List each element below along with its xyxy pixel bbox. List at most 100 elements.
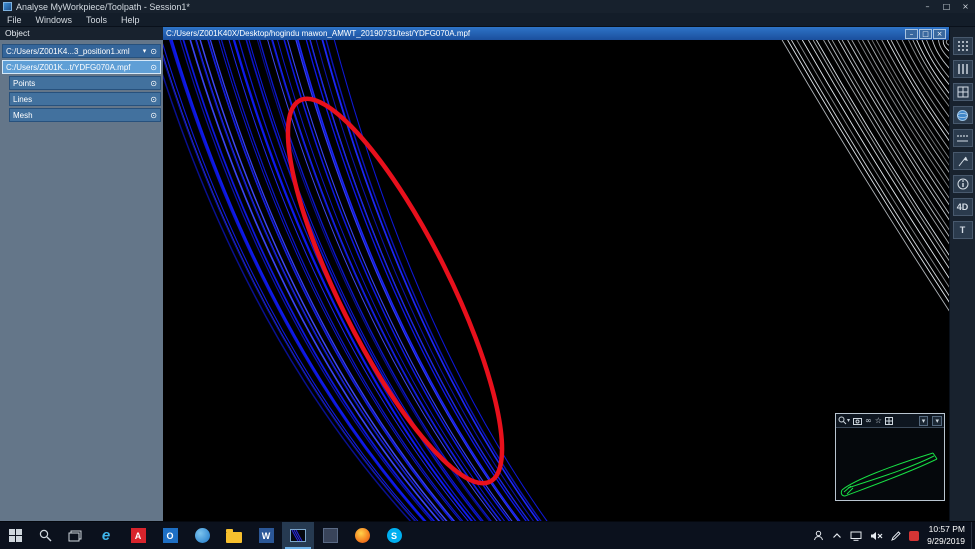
tree-item-xml-file[interactable]: C:/Users/Z001K4...3_position1.xml ▾ ⊙ (2, 44, 161, 58)
search-icon (39, 529, 51, 542)
task-view-button[interactable] (60, 522, 90, 549)
window-title: Analyse MyWorkpiece/Toolpath - Session1* (16, 1, 190, 12)
mesh-grid-icon (957, 86, 968, 98)
flag-icon (958, 156, 968, 167)
show-desktop-button[interactable] (971, 522, 975, 549)
screen: Analyse MyWorkpiece/Toolpath - Session1*… (0, 0, 975, 549)
document-title: C:/Users/Z001K40X/Desktop/hogindu mawon_… (166, 29, 471, 38)
eye-icon[interactable]: ⊙ (150, 95, 157, 104)
taskbar-app-dark[interactable] (314, 522, 346, 549)
menu-windows[interactable]: Windows (29, 15, 80, 25)
doc-close-button[interactable]: × (933, 28, 946, 39)
tree-item-mpf-file[interactable]: C:/Users/Z001K...t/YDFG070A.mpf ⊙ (2, 60, 161, 74)
user-icon[interactable] (813, 530, 824, 541)
taskbar-app-file-explorer[interactable] (218, 522, 250, 549)
minimize-button[interactable]: – (918, 0, 937, 13)
taskbar-app-internet-explorer[interactable]: e (90, 522, 122, 549)
info-button[interactable] (952, 175, 973, 193)
sphere-view-button[interactable] (952, 106, 973, 124)
eye-icon[interactable]: ⊙ (150, 79, 157, 88)
taskbar-app-mail[interactable]: O (154, 522, 186, 549)
flag-marker-button[interactable] (952, 152, 973, 170)
notification-badge-icon[interactable] (909, 530, 920, 541)
maximize-button[interactable]: □ (937, 0, 956, 13)
menu-file[interactable]: File (0, 15, 29, 25)
pen-icon[interactable] (891, 530, 901, 541)
taskbar: e A O W S 10:57 PM 9/29/2019 (0, 521, 975, 549)
object-panel-header: Object (0, 27, 163, 40)
skype-icon: S (386, 528, 402, 543)
task-view-icon (68, 530, 82, 541)
eye-icon[interactable]: ⊙ (150, 111, 157, 120)
navigator-toolbar: ▾ ∞ ☆ ▾ ▾ (836, 414, 944, 428)
firefox-icon (354, 528, 370, 543)
navigator-dropdown-1[interactable]: ▾ (918, 416, 929, 426)
points-display-button[interactable] (952, 37, 973, 55)
navigator-infinity-button[interactable]: ∞ (865, 416, 872, 425)
taskbar-app-word[interactable]: W (250, 522, 282, 549)
menubar: File Windows Tools Help (0, 13, 975, 27)
windows-logo-icon (8, 529, 22, 542)
doc-minimize-button[interactable]: – (905, 28, 918, 39)
object-tree: C:/Users/Z001K4...3_position1.xml ▾ ⊙ C:… (0, 40, 163, 124)
info-icon (957, 178, 968, 190)
clock-time: 10:57 PM (928, 524, 965, 535)
navigator-dropdown-2[interactable]: ▾ (932, 416, 942, 426)
menu-tools[interactable]: Tools (79, 15, 114, 25)
ie-icon: e (101, 527, 111, 544)
chevron-up-icon[interactable] (832, 532, 842, 539)
ruler-dots-icon (957, 134, 968, 141)
eye-icon[interactable]: ⊙ (150, 63, 157, 72)
close-button[interactable]: × (956, 0, 975, 13)
navigator-star-button[interactable]: ☆ (875, 416, 882, 425)
navigator-grid-button[interactable] (884, 416, 893, 425)
folder-icon (226, 528, 242, 543)
taskbar-app-firefox[interactable] (346, 522, 378, 549)
chevron-down-icon[interactable]: ▾ (143, 47, 147, 55)
points-grid-icon (957, 41, 968, 51)
tree-item-points[interactable]: Points ⊙ (9, 76, 161, 90)
4d-view-button[interactable]: 4D (952, 198, 973, 216)
vertical-lines-icon (957, 64, 968, 74)
red-app-icon: A (130, 528, 146, 543)
tree-item-mesh[interactable]: Mesh ⊙ (9, 108, 161, 122)
eye-icon[interactable]: ⊙ (150, 47, 157, 56)
dark-app-icon (322, 528, 338, 543)
taskbar-app-red[interactable]: A (122, 522, 154, 549)
volume-muted-icon[interactable] (870, 531, 883, 541)
word-icon: W (258, 528, 274, 543)
start-button[interactable] (0, 522, 30, 549)
taskbar-app-browser[interactable] (186, 522, 218, 549)
taskbar-app-skype[interactable]: S (378, 522, 410, 549)
navigator-zoom-button[interactable]: ▾ (838, 416, 850, 425)
object-panel: Object C:/Users/Z001K4...3_position1.xml… (0, 27, 163, 521)
document-titlebar: C:/Users/Z001K40X/Desktop/hogindu mawon_… (163, 27, 949, 40)
tool-display-button[interactable]: T (952, 221, 973, 239)
viewport-canvas[interactable]: ▾ ∞ ☆ ▾ ▾ (163, 40, 949, 521)
taskbar-clock[interactable]: 10:57 PM 9/29/2019 (927, 524, 965, 546)
lines-display-button[interactable] (952, 60, 973, 78)
system-tray: 10:57 PM 9/29/2019 (809, 522, 971, 549)
app-icon (3, 2, 12, 11)
navigator-minimap[interactable] (836, 428, 944, 500)
doc-maximize-button[interactable]: □ (919, 28, 932, 39)
mesh-display-button[interactable] (952, 83, 973, 101)
window-titlebar: Analyse MyWorkpiece/Toolpath - Session1*… (0, 0, 975, 13)
chevron-down-icon: ▾ (847, 416, 851, 424)
network-icon[interactable] (850, 531, 862, 541)
tree-item-lines[interactable]: Lines ⊙ (9, 92, 161, 106)
document-window: C:/Users/Z001K40X/Desktop/hogindu mawon_… (163, 27, 949, 521)
search-button[interactable] (30, 522, 60, 549)
menu-help[interactable]: Help (114, 15, 147, 25)
taskbar-app-analyse-active[interactable] (282, 522, 314, 549)
browser-circle-icon (194, 528, 210, 543)
clock-date: 9/29/2019 (927, 535, 965, 546)
navigator-camera-button[interactable] (853, 417, 863, 425)
navigator-panel: ▾ ∞ ☆ ▾ ▾ (835, 413, 945, 501)
sphere-icon (957, 109, 968, 121)
toolpath-scene (163, 40, 949, 521)
analyse-app-icon (290, 529, 306, 542)
right-toolbar: 4D T (949, 27, 975, 521)
measure-display-button[interactable] (952, 129, 973, 147)
mail-app-icon: O (162, 528, 178, 543)
